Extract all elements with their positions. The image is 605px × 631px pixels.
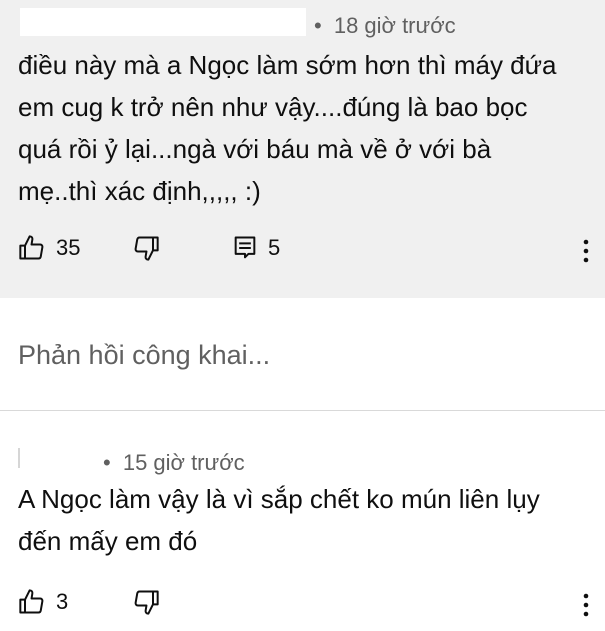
comment-card: • 18 giờ trước điều này mà a Ngọc làm sớ… xyxy=(0,0,605,298)
comment-meta: • 15 giờ trước xyxy=(103,450,245,476)
like-button[interactable]: 3 xyxy=(18,588,68,616)
dislike-button[interactable] xyxy=(132,588,160,616)
like-count: 3 xyxy=(56,589,69,614)
comment-actions: 35 5 xyxy=(0,230,605,270)
thumb-down-icon xyxy=(134,590,159,615)
thumb-up-icon xyxy=(19,235,44,260)
dislike-button[interactable] xyxy=(132,234,160,262)
divider xyxy=(0,410,605,411)
comment-meta: • 18 giờ trước xyxy=(314,13,456,39)
reply-count: 5 xyxy=(268,235,281,260)
like-button[interactable]: 35 xyxy=(18,234,80,262)
reply-input[interactable]: Phản hồi công khai... xyxy=(18,340,270,371)
like-count: 35 xyxy=(56,235,81,260)
more-vert-icon[interactable] xyxy=(579,592,593,618)
comment-time: 15 giờ trước xyxy=(122,450,245,475)
more-vert-icon[interactable] xyxy=(579,238,593,264)
thumb-up-icon xyxy=(19,589,44,614)
reply-icon xyxy=(234,236,256,259)
redacted-username xyxy=(20,8,306,36)
comment-actions: 3 xyxy=(0,584,605,624)
comment-text: A Ngọc làm vậy là vì sắp chết ko mún liê… xyxy=(18,484,540,556)
replies-button[interactable]: 5 xyxy=(232,234,280,262)
meta-separator: • xyxy=(314,13,322,38)
thumb-down-icon xyxy=(134,236,159,261)
meta-separator: • xyxy=(103,450,111,475)
comment-text: điều này mà a Ngọc làm sớm hơn thì máy đ… xyxy=(18,50,557,206)
redacted-username xyxy=(18,448,20,468)
comment-time: 18 giờ trước xyxy=(333,13,456,38)
